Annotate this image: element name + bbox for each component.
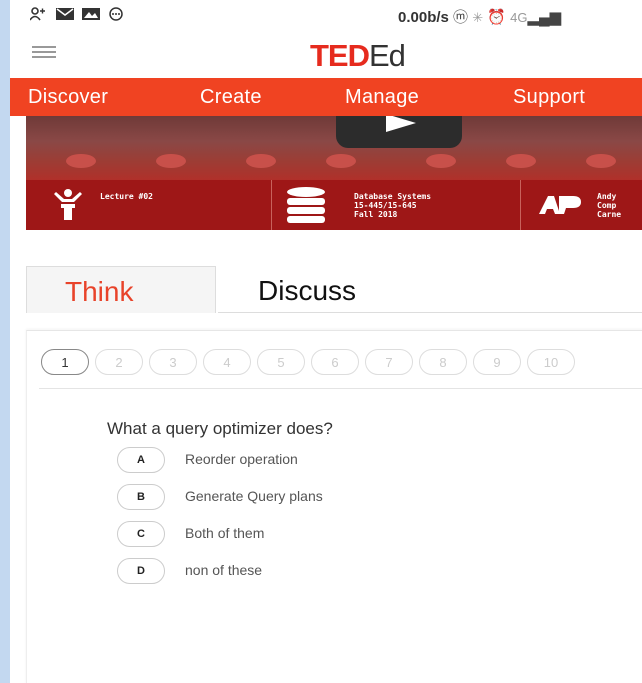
video-thumbnail	[26, 116, 642, 180]
course-title: Database Systems	[354, 192, 432, 201]
network-speed: 0.00b/s	[398, 9, 449, 26]
alarm-icon: ⏰	[487, 9, 506, 26]
nav-manage[interactable]: Manage	[345, 86, 419, 109]
ap-logo-icon	[539, 196, 581, 214]
author-dept: Comp	[597, 201, 617, 210]
author-name: Andy	[597, 192, 617, 201]
question-number-1[interactable]: 1	[41, 349, 89, 375]
nav-discover[interactable]: Discover	[28, 86, 108, 109]
play-button[interactable]	[336, 116, 462, 148]
ted-ed-logo[interactable]: TEDEd	[310, 38, 406, 74]
phone-screen: 0.00b/s ⓜ ✳ ⏰ 4G▂▄▆ TEDEd Discover Creat…	[10, 0, 642, 683]
question-number-10[interactable]: 10	[527, 349, 575, 375]
tab-think[interactable]: Think	[26, 266, 216, 313]
message-icon	[109, 7, 123, 21]
lesson-tabs: Think Discuss	[26, 266, 642, 314]
option-letter[interactable]: B	[117, 484, 165, 510]
hotspot-icon: ⓜ	[453, 9, 469, 26]
question-number-9[interactable]: 9	[473, 349, 521, 375]
hamburger-menu-icon[interactable]	[32, 46, 56, 62]
question-number-5[interactable]: 5	[257, 349, 305, 375]
course-number: 15-445/15-645	[354, 201, 417, 210]
signal-icon: ▂▄▆	[527, 9, 562, 26]
tab-discuss[interactable]: Discuss	[218, 266, 642, 313]
question-number-2[interactable]: 2	[95, 349, 143, 375]
logo-ed: Ed	[369, 38, 406, 73]
bluetooth-icon: ✳	[472, 10, 484, 25]
nav-create[interactable]: Create	[200, 86, 262, 109]
mail-icon	[56, 8, 74, 20]
tab-discuss-label: Discuss	[258, 275, 357, 306]
database-icon	[287, 187, 325, 223]
course-term: Fall 2018	[354, 210, 398, 219]
option-text: Both of them	[185, 525, 265, 541]
person-icon	[30, 7, 45, 21]
option-letter[interactable]: D	[117, 558, 165, 584]
option-letter[interactable]: C	[117, 521, 165, 547]
author-school: Carne	[597, 210, 622, 219]
option-text: Reorder operation	[185, 451, 298, 467]
option-text: non of these	[185, 562, 263, 578]
video-info-bar: Lecture #02 Database Systems 15-445/15-6…	[26, 180, 642, 230]
divider	[39, 388, 642, 389]
status-right: 0.00b/s ⓜ ✳ ⏰ 4G▂▄▆	[398, 6, 561, 27]
network-type: 4G	[510, 10, 528, 25]
option-letter[interactable]: A	[117, 447, 165, 473]
logo-ted: TED	[310, 38, 370, 73]
app-header: TEDEd	[10, 30, 642, 78]
nav-support[interactable]: Support	[513, 86, 585, 109]
question-number-7[interactable]: 7	[365, 349, 413, 375]
status-bar: 0.00b/s ⓜ ✳ ⏰ 4G▂▄▆	[10, 0, 642, 30]
question-text: What a query optimizer does?	[107, 419, 333, 438]
option-text: Generate Query plans	[185, 488, 323, 504]
video-player[interactable]: Lecture #02 Database Systems 15-445/15-6…	[26, 116, 642, 230]
quiz-panel: 1 2 3 4 5 6 7 8 9 10 What a query optimizer does?…	[26, 330, 642, 683]
question-number-3[interactable]: 3	[149, 349, 197, 375]
image-icon	[82, 8, 100, 20]
question-number-4[interactable]: 4	[203, 349, 251, 375]
question-pager: 1 2 3 4 5 6 7 8 9 10	[41, 349, 581, 377]
lecturer-podium-icon	[54, 189, 82, 220]
question-number-8[interactable]: 8	[419, 349, 467, 375]
question-number-6[interactable]: 6	[311, 349, 359, 375]
main-nav: Discover Create Manage Support	[10, 78, 642, 116]
lecture-label: Lecture #02	[100, 192, 153, 201]
play-icon	[386, 116, 416, 132]
tab-think-label: Think	[65, 276, 134, 307]
